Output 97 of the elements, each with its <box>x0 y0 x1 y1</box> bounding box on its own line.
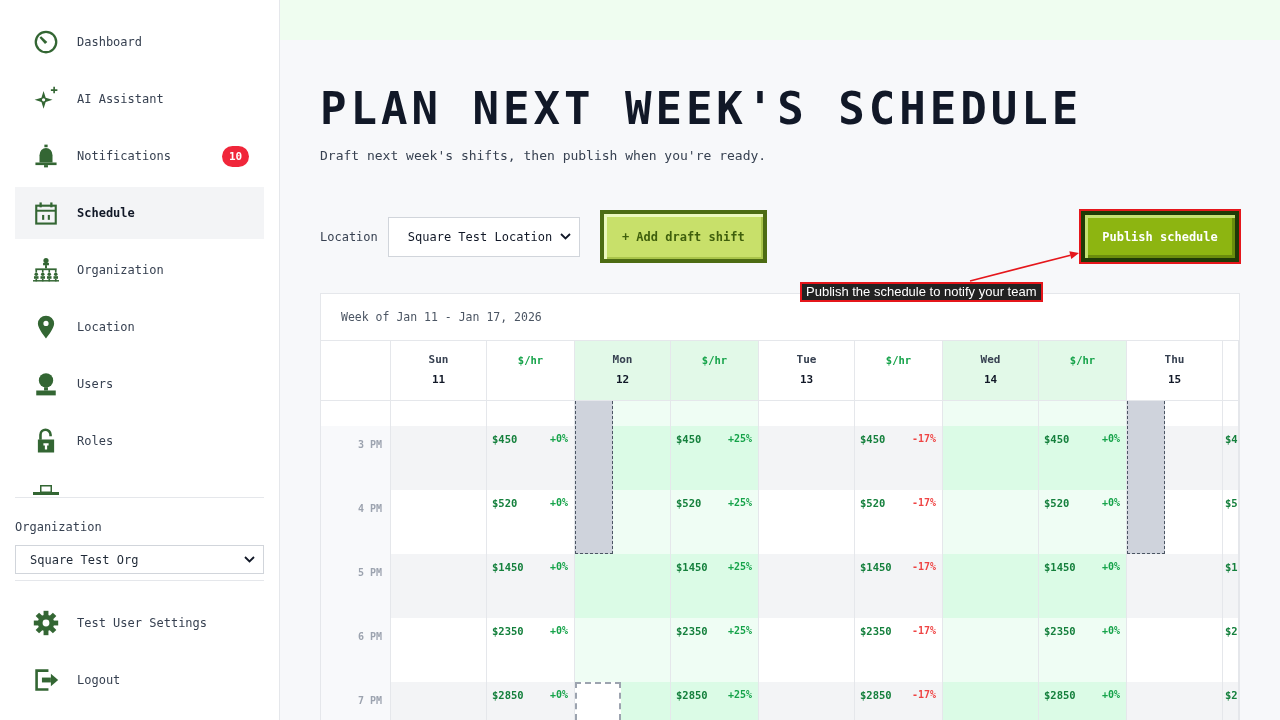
day-date: 13 <box>799 372 814 388</box>
chevron-down-icon <box>559 233 571 240</box>
nav-item[interactable]: Notifications 10 <box>15 130 264 182</box>
field-label: Location <box>320 229 378 244</box>
chevron-down-icon <box>244 556 255 563</box>
rate-change: +0% <box>1101 433 1120 445</box>
notification-badge: 10 <box>222 145 249 167</box>
rate-value: $4 <box>1225 433 1238 445</box>
week-label: Week of Jan 11 - Jan 17, 2026 <box>341 310 542 324</box>
rate-change: +0% <box>1101 625 1120 637</box>
sparkle-icon <box>33 86 59 112</box>
rate-value: $2850 <box>1044 689 1076 701</box>
nav-item[interactable]: Logout <box>15 654 264 706</box>
field-label: Organization <box>15 519 103 536</box>
gear-icon <box>33 610 59 636</box>
rate-change: -17% <box>911 625 936 637</box>
rate-value: $2 <box>1225 689 1238 701</box>
rate-change: +25% <box>727 433 752 445</box>
rate-change: +0% <box>1101 689 1120 701</box>
day-name: Tue <box>796 352 817 368</box>
rate-value: $1450 <box>676 561 708 573</box>
rate-value: $1450 <box>492 561 524 573</box>
rate-value: $5 <box>1225 497 1238 509</box>
page-title: PLAN NEXT WEEK'S SCHEDULE <box>320 83 1083 135</box>
rate-value: $450 <box>860 433 886 445</box>
nav-item[interactable]: Roles <box>15 415 264 467</box>
nav-item[interactable]: Organization <box>15 244 264 296</box>
organization-select[interactable]: Square Test Org <box>15 545 264 574</box>
rate-change: -17% <box>911 433 936 445</box>
day-name: Mon <box>612 352 633 368</box>
rate-value: $2850 <box>676 689 708 701</box>
rate-value: $2850 <box>492 689 524 701</box>
rate-value: $520 <box>1044 497 1070 509</box>
rate-change: +25% <box>727 625 752 637</box>
callout-tooltip: Publish the schedule to notify your team <box>800 282 1043 302</box>
rate-change: +25% <box>727 497 752 509</box>
time-label: 5 PM <box>357 567 382 578</box>
rate-change: +0% <box>549 497 568 509</box>
nav-item[interactable]: Dashboard <box>15 16 264 68</box>
rate-value: $2350 <box>676 625 708 637</box>
rate-value: $1450 <box>860 561 892 573</box>
rate-change: +25% <box>727 561 752 573</box>
rate-value: $2350 <box>1044 625 1076 637</box>
rate-value: $520 <box>492 497 518 509</box>
rate-change: +0% <box>549 433 568 445</box>
day-name: Thu <box>1164 352 1185 368</box>
rate-change: +0% <box>1101 561 1120 573</box>
nav-item[interactable]: Schedule <box>15 187 264 239</box>
rate-change: -17% <box>911 497 936 509</box>
exit-arrow-icon <box>33 667 59 693</box>
rate-value: $1 <box>1225 561 1238 573</box>
nav-item[interactable]: Test User Settings <box>15 597 264 649</box>
rate-change: +0% <box>549 689 568 701</box>
rate-change: +0% <box>549 625 568 637</box>
location-select[interactable]: Square Test Location <box>387 216 580 257</box>
calendar-icon <box>33 200 59 226</box>
day-date: 12 <box>615 372 630 388</box>
rate-header: $/hr <box>517 353 544 368</box>
page-subtitle: Draft next week's shifts, then publish when you're ready. <box>320 147 767 165</box>
day-name: Wed <box>980 352 1001 368</box>
rate-change: +0% <box>549 561 568 573</box>
org-chart-icon <box>33 257 59 283</box>
time-label: 6 PM <box>357 631 382 642</box>
day-date: 14 <box>983 372 998 388</box>
nav-item[interactable]: Location <box>15 301 264 353</box>
rate-value: $1450 <box>1044 561 1076 573</box>
add-shift-button[interactable]: + Add draft shift <box>599 210 767 263</box>
day-date: 15 <box>1167 372 1182 388</box>
rate-value: $450 <box>1044 433 1070 445</box>
rate-value: $2850 <box>860 689 892 701</box>
rate-header: $/hr <box>885 353 912 368</box>
rate-change: +25% <box>727 689 752 701</box>
rate-change: -17% <box>911 561 936 573</box>
rate-change: +0% <box>1101 497 1120 509</box>
rate-value: $450 <box>492 433 518 445</box>
rate-change: -17% <box>911 689 936 701</box>
rate-header: $/hr <box>1069 353 1096 368</box>
day-name: Sun <box>428 352 449 368</box>
rate-header: $/hr <box>701 353 728 368</box>
rate-value: $2350 <box>492 625 524 637</box>
shift-block[interactable] <box>1127 401 1166 554</box>
rate-value: $520 <box>676 497 702 509</box>
shift-block[interactable] <box>575 401 614 554</box>
time-label: 7 PM <box>357 695 382 706</box>
nav-item[interactable]: Users <box>15 358 264 410</box>
day-date: 11 <box>431 372 446 388</box>
time-label: 3 PM <box>357 439 382 450</box>
rate-value: $2 <box>1225 625 1238 637</box>
rate-value: $2350 <box>860 625 892 637</box>
bell-icon <box>33 143 59 169</box>
rate-value: $520 <box>860 497 886 509</box>
nav-item[interactable]: AI Assistant <box>15 73 264 125</box>
time-label: 4 PM <box>357 503 382 514</box>
cropped-icon <box>33 485 59 495</box>
rate-value: $450 <box>676 433 702 445</box>
gauge-icon <box>33 29 59 55</box>
user-icon <box>33 371 59 397</box>
